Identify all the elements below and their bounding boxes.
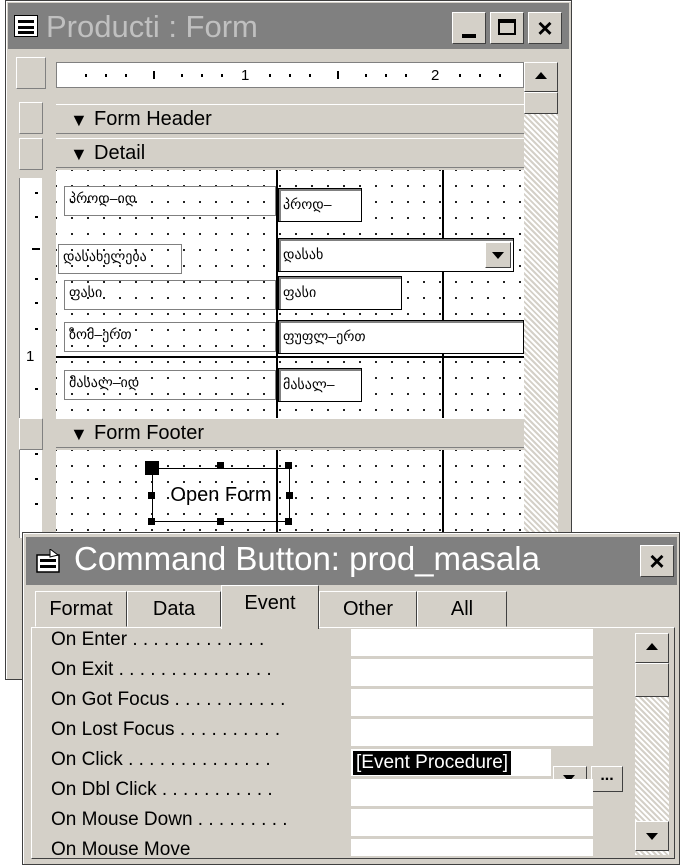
resize-handle[interactable] [285, 462, 292, 469]
form-header-label: Form Header [94, 108, 212, 130]
arrow-down-icon [646, 833, 658, 840]
tab-all[interactable]: All [417, 591, 507, 627]
on-click-builder-button[interactable]: ... [591, 766, 623, 792]
property-sheet-close-button[interactable]: × [640, 545, 674, 577]
section-arrow-icon: ▼ [70, 110, 88, 130]
property-sheet-title: Command Button: prod_masala [74, 540, 540, 577]
on-click-selected-text: [Event Procedure] [353, 751, 512, 775]
maximize-icon [498, 19, 516, 35]
label-fasi[interactable]: ფასი [64, 280, 276, 310]
textbox-fasi[interactable]: ფასი [278, 276, 402, 310]
minimize-button[interactable] [452, 12, 486, 44]
close-button[interactable]: × [528, 12, 562, 44]
move-handle[interactable] [145, 461, 159, 475]
vertical-ruler[interactable]: 1 [16, 96, 46, 538]
vertical-ruler-mark-1: 1 [26, 348, 35, 365]
property-value-on-mouse-down[interactable] [351, 809, 593, 837]
property-scroll-thumb[interactable] [635, 663, 669, 697]
property-label-on-exit[interactable]: On Exit . . . . . . . . . . . . . . . [51, 659, 351, 689]
form-footer-label: Form Footer [94, 422, 205, 444]
property-label-on-mouse-down[interactable]: On Mouse Down . . . . . . . . . [51, 809, 351, 839]
textbox-prod-id[interactable]: პროდ– [278, 188, 362, 222]
close-icon: × [537, 13, 553, 43]
property-value-on-exit[interactable] [351, 659, 593, 687]
combo-dropdown-button[interactable] [485, 242, 511, 268]
form-window-title: Producti : Form [46, 9, 258, 44]
property-scroll-up-button[interactable] [635, 633, 669, 663]
tab-other[interactable]: Other [319, 591, 417, 627]
textbox-masal-id[interactable]: მასალ– [278, 368, 362, 402]
detail-grid[interactable]: პროდ–იდ პროდ– დასახელება დასახ ფასი ფასი… [56, 170, 524, 418]
label-dasaxeleba[interactable]: დასახელება [58, 244, 182, 274]
tab-event[interactable]: Event [221, 585, 319, 629]
footer-section-selector[interactable] [19, 418, 43, 450]
label-masal-id[interactable]: მასალ–იდ [64, 370, 276, 400]
label-prod-id[interactable]: პროდ–იდ [64, 186, 276, 216]
property-sheet-window: Command Button: prod_masala × Format Dat… [22, 532, 680, 865]
detail-label: Detail [94, 142, 146, 164]
property-label-on-dbl-click[interactable]: On Dbl Click . . . . . . . . . . . [51, 779, 351, 809]
tab-data[interactable]: Data [127, 591, 221, 627]
arrow-up-icon [646, 643, 658, 650]
maximize-button[interactable] [490, 12, 524, 44]
form-icon [14, 15, 38, 37]
section-arrow-icon: ▼ [70, 144, 88, 164]
property-value-on-got-focus[interactable] [351, 689, 593, 717]
resize-handle[interactable] [285, 518, 292, 525]
form-vertical-scrollbar[interactable] [524, 62, 558, 532]
minimize-icon [462, 34, 476, 38]
label-zom-ert[interactable]: ზომ–ერთ [64, 322, 276, 352]
resize-handle[interactable] [217, 462, 224, 469]
property-label-on-mouse-move[interactable]: On Mouse Move [51, 839, 351, 857]
resize-handle[interactable] [148, 518, 155, 525]
resize-handle[interactable] [217, 518, 224, 525]
form-selector[interactable] [16, 57, 46, 89]
combo-dasaxeleba[interactable]: დასახ [278, 238, 514, 272]
textbox-zom-ert[interactable]: ფუფლ–ერთ [278, 320, 524, 354]
detail-section-bar[interactable]: ▼ Detail [56, 138, 524, 168]
resize-handle[interactable] [148, 492, 155, 499]
resize-handle[interactable] [286, 492, 293, 499]
form-header-section-bar[interactable]: ▼ Form Header [56, 104, 524, 134]
property-label-on-got-focus[interactable]: On Got Focus . . . . . . . . . . . [51, 689, 351, 719]
property-sheet-title-bar[interactable]: Command Button: prod_masala × [26, 537, 677, 585]
property-sheet-icon [36, 549, 60, 573]
property-vertical-scrollbar[interactable] [635, 633, 669, 855]
property-label-on-lost-focus[interactable]: On Lost Focus . . . . . . . . . . [51, 719, 351, 749]
property-label-on-click[interactable]: On Click . . . . . . . . . . . . . . [51, 749, 351, 779]
property-value-on-dbl-click[interactable] [351, 779, 593, 807]
open-form-button[interactable]: Open Form [152, 468, 290, 522]
tab-format[interactable]: Format [35, 591, 127, 627]
form-title-bar[interactable]: Producti : Form × [8, 3, 569, 49]
ruler-mark-1: 1 [241, 67, 250, 84]
property-value-on-click[interactable]: [Event Procedure] [351, 749, 551, 777]
close-icon: × [649, 546, 665, 576]
form-footer-section-bar[interactable]: ▼ Form Footer [56, 418, 524, 448]
property-value-on-mouse-move[interactable] [351, 839, 593, 857]
chevron-down-icon [492, 252, 504, 259]
detail-section-selector[interactable] [19, 138, 43, 170]
ruler-mark-2: 2 [431, 67, 440, 84]
property-label-on-enter[interactable]: On Enter . . . . . . . . . . . . . [51, 629, 351, 659]
form-scroll-thumb[interactable] [524, 92, 558, 114]
header-section-selector[interactable] [19, 102, 43, 134]
horizontal-ruler[interactable]: 1 2 [56, 62, 524, 88]
arrow-up-icon [535, 72, 547, 79]
section-arrow-icon: ▼ [70, 424, 88, 444]
property-value-on-lost-focus[interactable] [351, 719, 593, 747]
property-value-on-enter[interactable] [351, 629, 593, 657]
form-scroll-up-button[interactable] [524, 62, 558, 92]
combo-dasaxeleba-value: დასახ [283, 246, 324, 262]
property-scroll-down-button[interactable] [635, 821, 669, 851]
